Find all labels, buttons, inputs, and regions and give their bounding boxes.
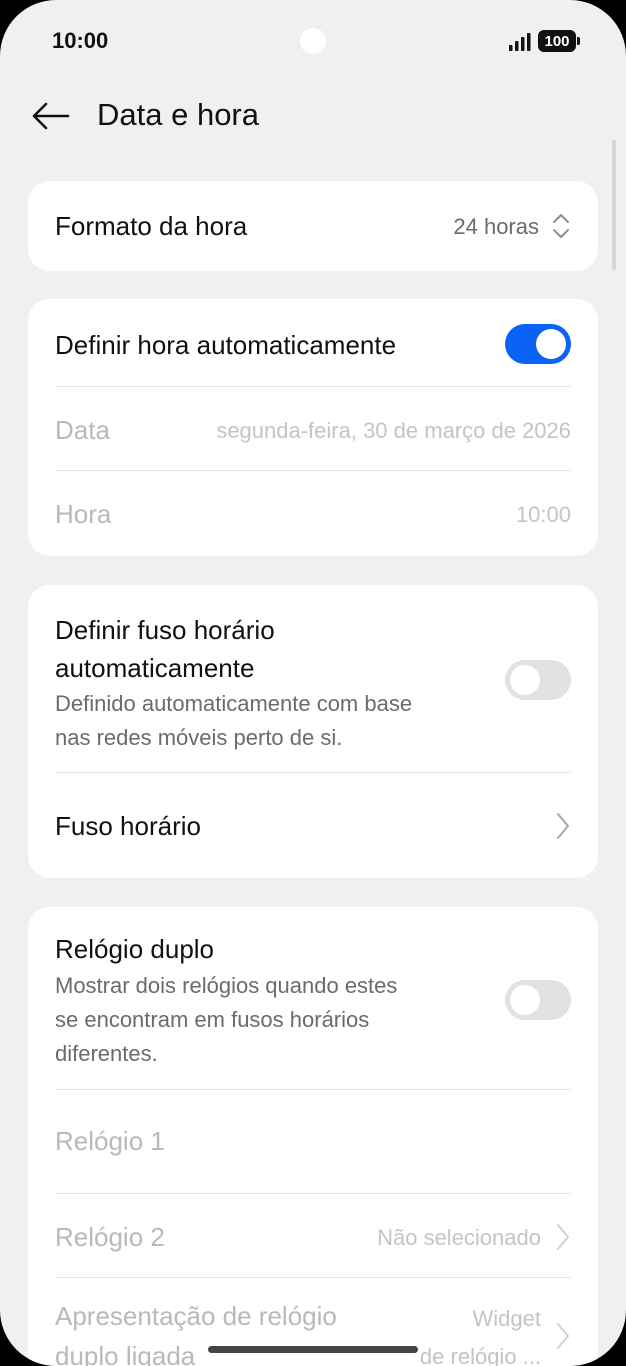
time-label: Hora — [55, 499, 112, 529]
date-label: Data — [55, 415, 110, 445]
dual-clock-toggle[interactable] — [505, 980, 571, 1020]
auto-timezone-description: Definido automaticamente com base nas re… — [55, 687, 412, 755]
clock2-label: Relógio 2 — [55, 1222, 165, 1252]
phone-screen: 10:00 100 Data e hora Formato da hora 24… — [0, 0, 626, 1366]
display-label-line1: Apresentação de relógio — [55, 1301, 337, 1331]
auto-timezone-label-line1: Definir fuso horário — [55, 615, 275, 645]
dual-clock-display-value: Widget de relógio ... — [420, 1300, 541, 1366]
battery-icon: 100 — [538, 30, 580, 52]
dual-clock-sub-line2: se encontram em fusos horários — [55, 1007, 370, 1032]
chevron-right-icon — [557, 1323, 569, 1349]
dual-clock-sub-line3: diferentes. — [55, 1041, 158, 1066]
timezone-card: Definir fuso horário automaticamente Def… — [28, 585, 598, 878]
auto-timezone-title: Definir fuso horário automaticamente — [55, 611, 275, 687]
display-value-line2: de relógio ... — [419, 1344, 541, 1366]
auto-time-label: Definir hora automaticamente — [55, 330, 397, 360]
status-bar: 10:00 100 — [0, 0, 626, 84]
battery-level: 100 — [544, 32, 570, 50]
signal-icon — [509, 33, 531, 51]
chevron-up-down-icon — [553, 214, 569, 238]
auto-time-row[interactable]: Definir hora automaticamente — [55, 299, 571, 386]
auto-timezone-label-line2: automaticamente — [55, 653, 255, 683]
dual-clock-description: Mostrar dois relógios quando estes se en… — [55, 969, 397, 1071]
time-format-card: Formato da hora 24 horas — [28, 181, 598, 271]
front-camera — [300, 28, 326, 54]
timezone-label: Fuso horário — [55, 811, 201, 841]
back-button[interactable] — [26, 94, 74, 138]
auto-time-toggle[interactable] — [505, 324, 571, 364]
dual-clock-row[interactable]: Relógio duplo Mostrar dois relógios quan… — [55, 907, 571, 1089]
toggle-knob — [510, 665, 540, 695]
toggle-knob — [510, 985, 540, 1015]
time-format-label: Formato da hora — [55, 211, 248, 241]
auto-timezone-row[interactable]: Definir fuso horário automaticamente Def… — [55, 585, 571, 772]
timezone-row[interactable]: Fuso horário — [55, 772, 571, 878]
toggle-knob — [536, 329, 566, 359]
auto-timezone-sub-line1: Definido automaticamente com base — [55, 691, 413, 716]
dual-clock-display-label: Apresentação de relógio duplo ligada — [55, 1296, 337, 1366]
dual-clock-label: Relógio duplo — [55, 934, 215, 964]
display-value-line1: Widget — [472, 1306, 541, 1331]
clock1-row: Relógio 1 — [55, 1089, 571, 1193]
clock1-label: Relógio 1 — [55, 1126, 165, 1156]
chevron-right-icon — [557, 1224, 569, 1250]
time-format-row[interactable]: Formato da hora 24 horas — [55, 181, 571, 271]
clock2-row: Relógio 2 Não selecionado — [55, 1193, 571, 1277]
auto-time-card: Definir hora automaticamente Data segund… — [28, 299, 598, 556]
date-value: segunda-feira, 30 de março de 2026 — [216, 418, 571, 443]
time-row: Hora 10:00 — [55, 470, 571, 554]
time-value: 10:00 — [515, 502, 571, 527]
status-time: 10:00 — [52, 28, 109, 53]
auto-timezone-sub-line2: nas redes móveis perto de si. — [55, 725, 343, 750]
time-format-value: 24 horas — [453, 214, 539, 239]
chevron-right-icon — [557, 813, 569, 839]
clock2-value: Não selecionado — [377, 1225, 541, 1250]
app-header: Data e hora — [0, 84, 626, 148]
date-row: Data segunda-feira, 30 de março de 2026 — [55, 386, 571, 470]
auto-timezone-toggle[interactable] — [505, 660, 571, 700]
dual-clock-card: Relógio duplo Mostrar dois relógios quan… — [28, 907, 598, 1366]
home-indicator[interactable] — [208, 1346, 418, 1353]
page-title: Data e hora — [97, 97, 259, 132]
scrollbar[interactable] — [612, 140, 616, 270]
arrow-left-icon — [32, 102, 70, 130]
dual-clock-sub-line1: Mostrar dois relógios quando estes — [55, 973, 398, 998]
